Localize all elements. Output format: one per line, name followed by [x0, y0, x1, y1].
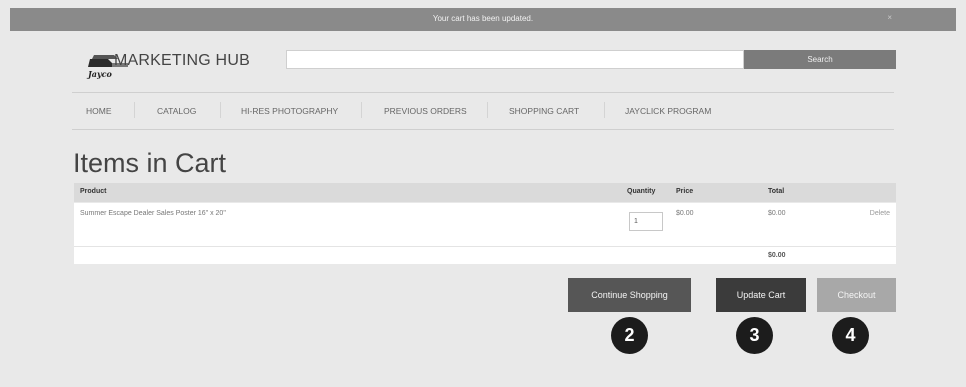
- nav-item-home[interactable]: HOME: [86, 106, 112, 116]
- nav-item-catalog[interactable]: CATALOG: [157, 106, 196, 116]
- nav-item-shopping-cart[interactable]: SHOPPING CART: [509, 106, 579, 116]
- quantity-input[interactable]: [629, 212, 663, 231]
- column-header-quantity: Quantity: [627, 188, 656, 195]
- cart-total-row: $0.00: [74, 246, 896, 264]
- close-icon[interactable]: ×: [887, 13, 892, 22]
- step-badge-4: 4: [832, 317, 869, 354]
- nav-bottom-divider: [72, 129, 894, 130]
- column-header-total: Total: [768, 188, 785, 195]
- search-button[interactable]: Search: [744, 50, 896, 69]
- checkout-button[interactable]: Checkout: [817, 278, 896, 312]
- product-name: Summer Escape Dealer Sales Poster 16" x …: [80, 210, 226, 217]
- step-badge-2: 2: [611, 317, 648, 354]
- step-badge-3: 3: [736, 317, 773, 354]
- notification-text: Your cart has been updated.: [432, 14, 534, 23]
- nav-item-hi-res-photography[interactable]: HI-RES PHOTOGRAPHY: [241, 106, 338, 116]
- delete-link[interactable]: Delete: [870, 210, 890, 217]
- continue-shopping-button[interactable]: Continue Shopping: [568, 278, 691, 312]
- grand-total: $0.00: [768, 252, 786, 259]
- table-row: Summer Escape Dealer Sales Poster 16" x …: [74, 203, 896, 246]
- item-price: $0.00: [676, 210, 694, 217]
- nav-item-jayclick-program[interactable]: JAYCLICK PROGRAM: [625, 106, 711, 116]
- brand-title: MARKETING HUB: [114, 52, 250, 69]
- update-cart-button[interactable]: Update Cart: [716, 278, 806, 312]
- column-header-product: Product: [80, 188, 107, 195]
- cart-table-header: Product Quantity Price Total: [74, 183, 896, 202]
- logo-wordmark: Jayco: [88, 69, 112, 79]
- nav-divider: [604, 102, 605, 118]
- nav-divider: [487, 102, 488, 118]
- nav-divider: [134, 102, 135, 118]
- notification-bar: Your cart has been updated. ×: [10, 8, 956, 31]
- nav-item-previous-orders[interactable]: PREVIOUS ORDERS: [384, 106, 467, 116]
- column-header-price: Price: [676, 188, 694, 195]
- search-input[interactable]: [286, 50, 744, 69]
- nav-divider: [361, 102, 362, 118]
- main-navigation: HOME CATALOG HI-RES PHOTOGRAPHY PREVIOUS…: [72, 92, 894, 129]
- page-title: Items in Cart: [73, 148, 227, 178]
- nav-divider: [220, 102, 221, 118]
- item-total: $0.00: [768, 210, 786, 217]
